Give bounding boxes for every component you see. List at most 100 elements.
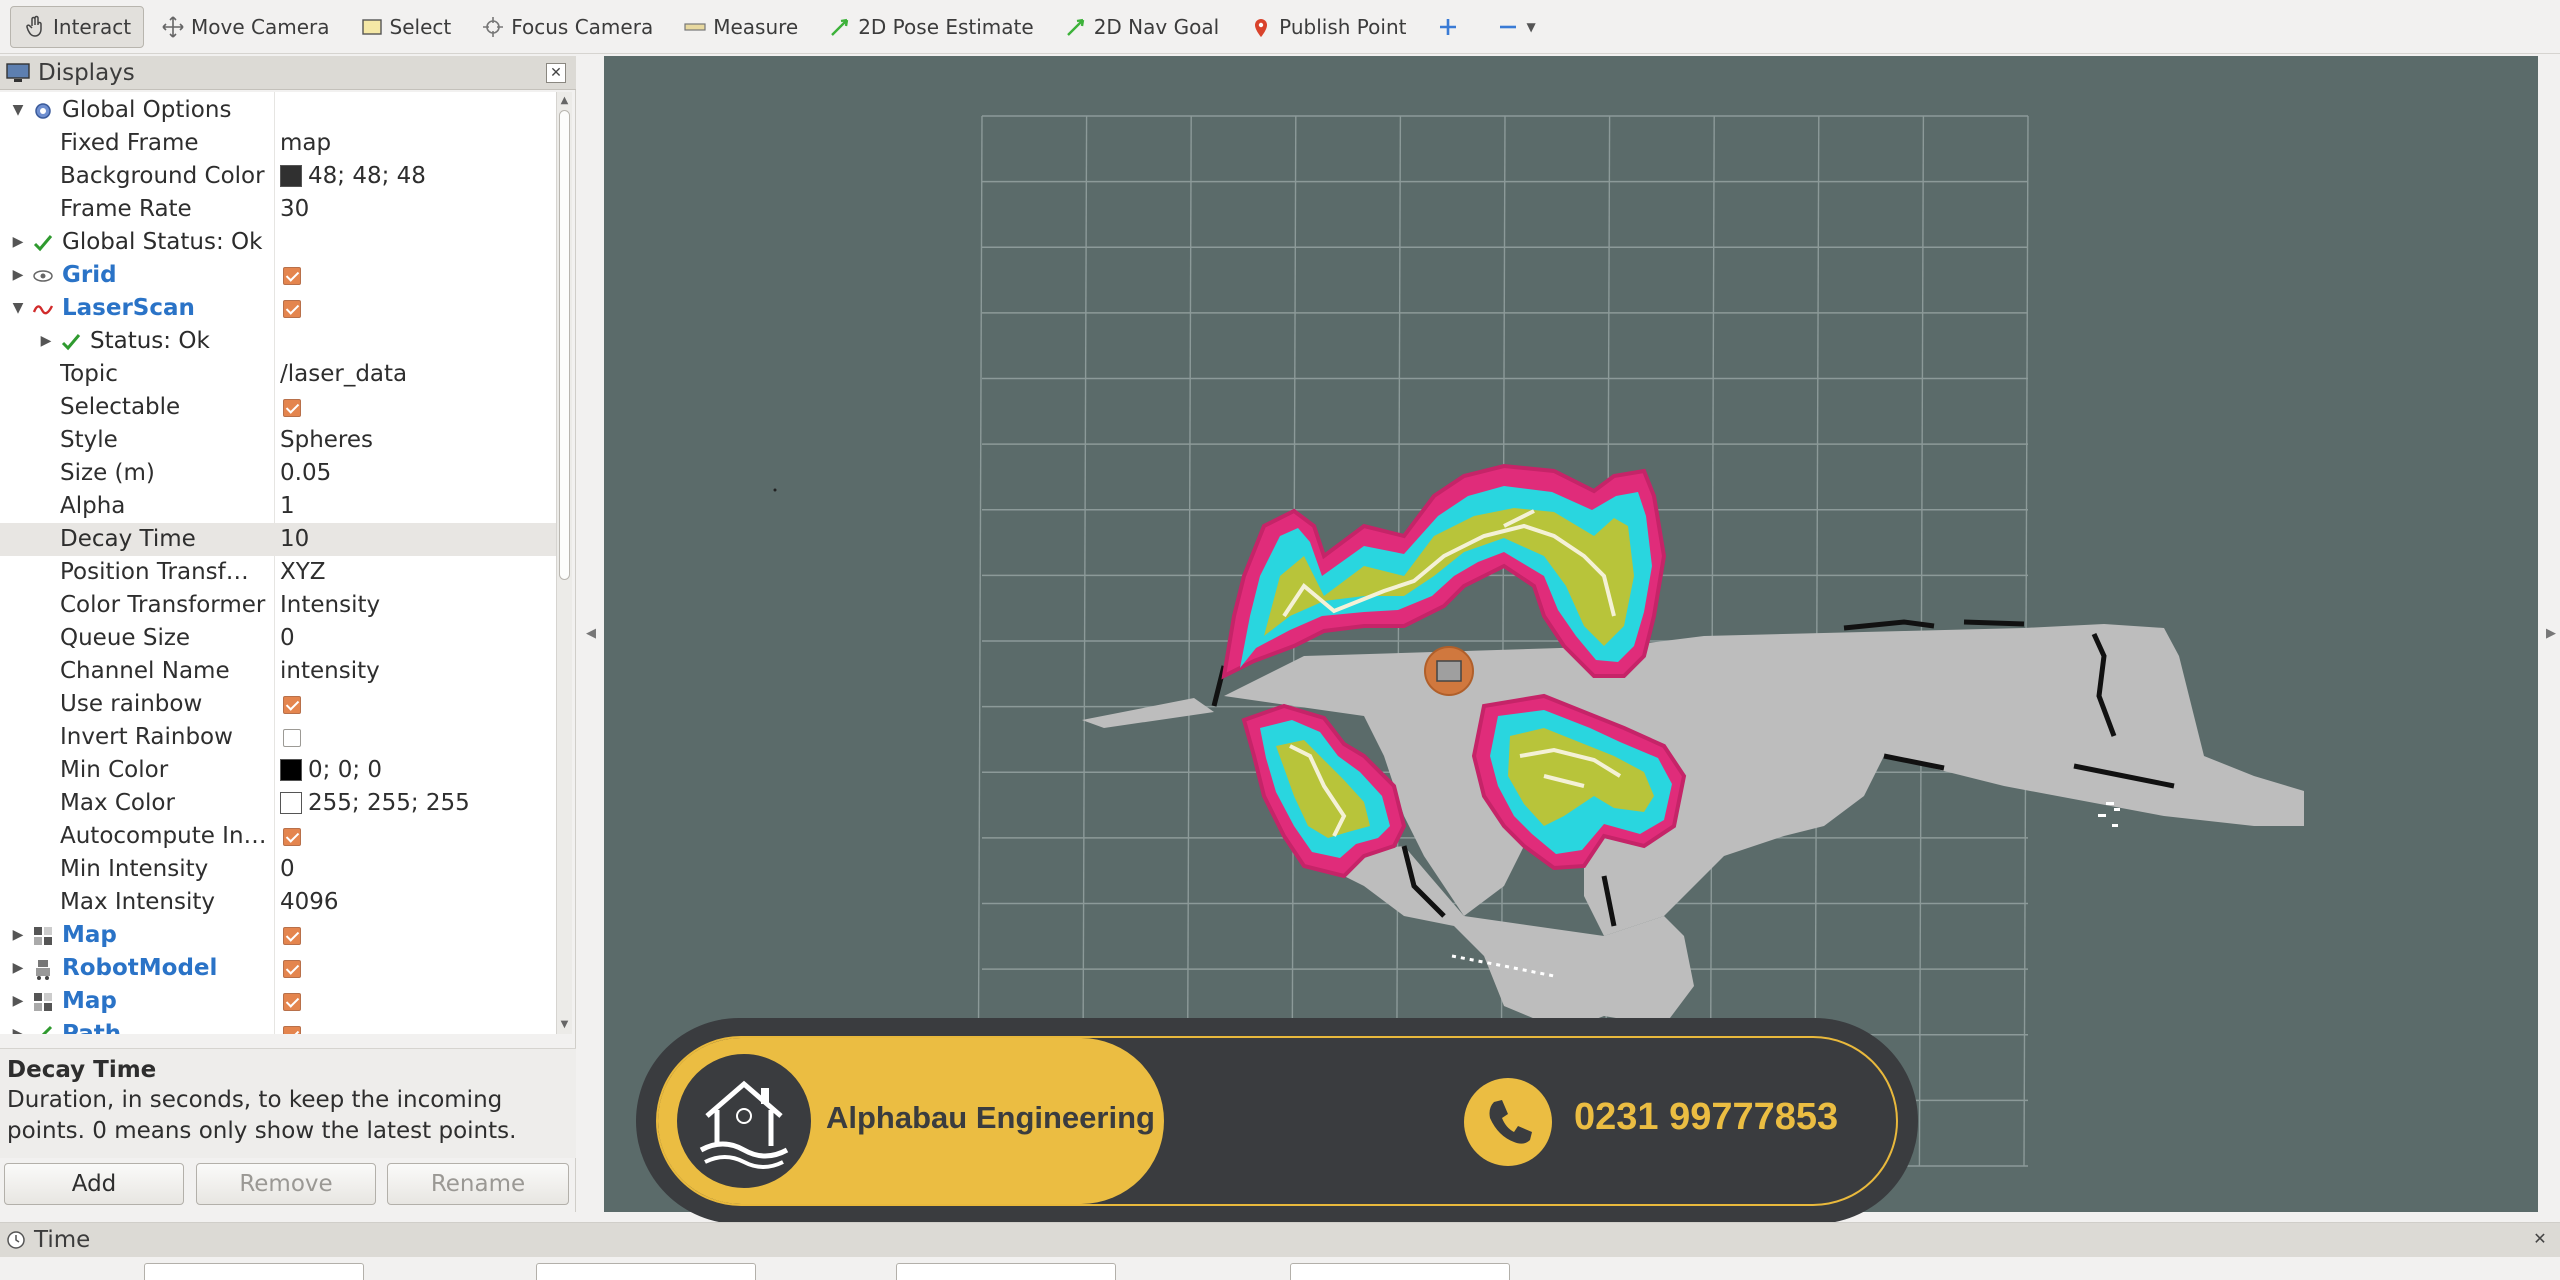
tree-row-value[interactable]: Intensity	[280, 589, 550, 622]
wall-elapsed-field[interactable]	[1290, 1263, 1510, 1280]
tree-row[interactable]: ▶ Status: Ok	[0, 325, 556, 358]
tree-row[interactable]: Color Transformer Intensity	[0, 589, 556, 622]
tree-row-value[interactable]: intensity	[280, 655, 550, 688]
enabled-checkbox[interactable]	[283, 993, 301, 1011]
tree-row-value[interactable]: 0; 0; 0	[280, 754, 550, 787]
tree-row[interactable]: ▼ Global Options	[0, 94, 556, 127]
tree-row-value[interactable]: 48; 48; 48	[280, 160, 550, 193]
tree-row-value[interactable]: /laser_data	[280, 358, 550, 391]
expand-closed-icon[interactable]: ▶	[10, 226, 26, 259]
enabled-checkbox[interactable]	[283, 399, 301, 417]
color-swatch[interactable]	[280, 759, 302, 781]
scroll-up-icon[interactable]: ▲	[557, 94, 572, 108]
tree-row[interactable]: Channel Name intensity	[0, 655, 556, 688]
move-camera-tool-button[interactable]: Move Camera	[148, 6, 342, 48]
tree-row-value[interactable]: 0	[280, 622, 550, 655]
tree-row-value[interactable]: Spheres	[280, 424, 550, 457]
color-swatch[interactable]	[280, 165, 302, 187]
rename-button[interactable]: Rename	[387, 1163, 569, 1205]
close-icon[interactable]: ✕	[2530, 1230, 2550, 1250]
expand-open-icon[interactable]: ▼	[10, 292, 26, 325]
tree-row-label: Frame Rate	[60, 196, 192, 222]
enabled-checkbox[interactable]	[283, 960, 301, 978]
tree-row[interactable]: ▶ Path	[0, 1018, 556, 1034]
tree-row-value[interactable]: 1	[280, 490, 550, 523]
add-tool-button[interactable]	[1423, 6, 1479, 48]
expand-closed-icon[interactable]: ▶	[10, 952, 26, 985]
tree-row-value[interactable]: 255; 255; 255	[280, 787, 550, 820]
nav-goal-tool-button[interactable]: 2D Nav Goal	[1051, 6, 1232, 48]
measure-tool-button[interactable]: Measure	[670, 6, 811, 48]
enabled-checkbox[interactable]	[283, 696, 301, 714]
tree-row-label: Status: Ok	[90, 328, 210, 354]
tree-row[interactable]: Style Spheres	[0, 424, 556, 457]
ros-elapsed-field[interactable]	[536, 1263, 756, 1280]
add-button[interactable]: Add	[4, 1163, 184, 1205]
enabled-checkbox[interactable]	[283, 729, 301, 747]
tree-row[interactable]: Position Transf… XYZ	[0, 556, 556, 589]
enabled-checkbox[interactable]	[283, 828, 301, 846]
tree-row[interactable]: Max Color 255; 255; 255	[0, 787, 556, 820]
tree-row[interactable]: Selectable	[0, 391, 556, 424]
tree-row[interactable]: Topic/laser_data	[0, 358, 556, 391]
displays-scrollbar[interactable]: ▲ ▼	[556, 92, 572, 1034]
remove-button[interactable]: Remove	[196, 1163, 376, 1205]
tree-row-value[interactable]: 4096	[280, 886, 550, 919]
expand-closed-icon[interactable]: ▶	[38, 325, 54, 358]
select-box-icon	[360, 15, 384, 39]
tree-row-value[interactable]: XYZ	[280, 556, 550, 589]
enabled-checkbox[interactable]	[283, 1026, 301, 1034]
expand-closed-icon[interactable]: ▶	[10, 259, 26, 292]
ros-time-field[interactable]	[144, 1263, 364, 1280]
robot-marker[interactable]	[1424, 646, 1474, 696]
tree-row[interactable]: Decay Time 10	[0, 523, 556, 556]
tree-row-value[interactable]: 30	[280, 193, 550, 226]
tree-row[interactable]: Alpha 1	[0, 490, 556, 523]
wall-time-field[interactable]	[896, 1263, 1116, 1280]
select-tool-button[interactable]: Select	[347, 6, 465, 48]
tree-row-value[interactable]: 0.05	[280, 457, 550, 490]
scroll-down-icon[interactable]: ▼	[557, 1018, 572, 1032]
tree-row[interactable]: ▶ Map	[0, 985, 556, 1018]
collapse-left-icon[interactable]: ◀	[586, 626, 596, 641]
tree-row[interactable]: Use rainbow	[0, 688, 556, 721]
tree-row[interactable]: Min Intensity 0	[0, 853, 556, 886]
scrollbar-thumb[interactable]	[559, 110, 570, 580]
collapse-right-icon[interactable]: ▶	[2546, 626, 2556, 641]
expand-open-icon[interactable]: ▼	[10, 94, 26, 127]
color-swatch[interactable]	[280, 792, 302, 814]
tree-row[interactable]: Size (m) 0.05	[0, 457, 556, 490]
remove-tool-menu[interactable]: ▼	[1483, 6, 1548, 48]
tree-row[interactable]: Min Color 0; 0; 0	[0, 754, 556, 787]
expand-closed-icon[interactable]: ▶	[10, 1018, 26, 1034]
tree-row[interactable]: ▶ RobotModel	[0, 952, 556, 985]
tree-row-value[interactable]: map	[280, 127, 550, 160]
tree-row-label: Max Intensity	[60, 889, 215, 915]
house-logo-icon	[699, 1080, 789, 1169]
tree-row-value[interactable]: 0	[280, 853, 550, 886]
tree-row[interactable]: Max Intensity 4096	[0, 886, 556, 919]
expand-closed-icon[interactable]: ▶	[10, 919, 26, 952]
tree-row[interactable]: ▶ Grid	[0, 259, 556, 292]
tree-row[interactable]: ▼ LaserScan	[0, 292, 556, 325]
tree-row[interactable]: Autocompute In…	[0, 820, 556, 853]
pose-estimate-tool-button[interactable]: 2D Pose Estimate	[815, 6, 1047, 48]
publish-point-tool-button[interactable]: Publish Point	[1236, 6, 1419, 48]
expand-closed-icon[interactable]: ▶	[10, 985, 26, 1018]
enabled-checkbox[interactable]	[283, 300, 301, 318]
enabled-checkbox[interactable]	[283, 267, 301, 285]
enabled-checkbox[interactable]	[283, 927, 301, 945]
tree-row[interactable]: Fixed Frame map	[0, 127, 556, 160]
focus-camera-tool-button[interactable]: Focus Camera	[468, 6, 666, 48]
tree-row[interactable]: ▶ Global Status: Ok	[0, 226, 556, 259]
tree-row-value[interactable]: 10	[280, 523, 550, 556]
tree-row-label: Min Color	[60, 757, 169, 783]
tree-row[interactable]: Frame Rate 30	[0, 193, 556, 226]
interact-tool-button[interactable]: Interact	[10, 5, 145, 48]
close-icon[interactable]: ✕	[546, 63, 566, 83]
tree-row[interactable]: Invert Rainbow	[0, 721, 556, 754]
tree-row[interactable]: Queue Size 0	[0, 622, 556, 655]
tree-row[interactable]: ▶ Map	[0, 919, 556, 952]
tree-row-label: Max Color	[60, 790, 175, 816]
tree-row[interactable]: Background Color 48; 48; 48	[0, 160, 556, 193]
